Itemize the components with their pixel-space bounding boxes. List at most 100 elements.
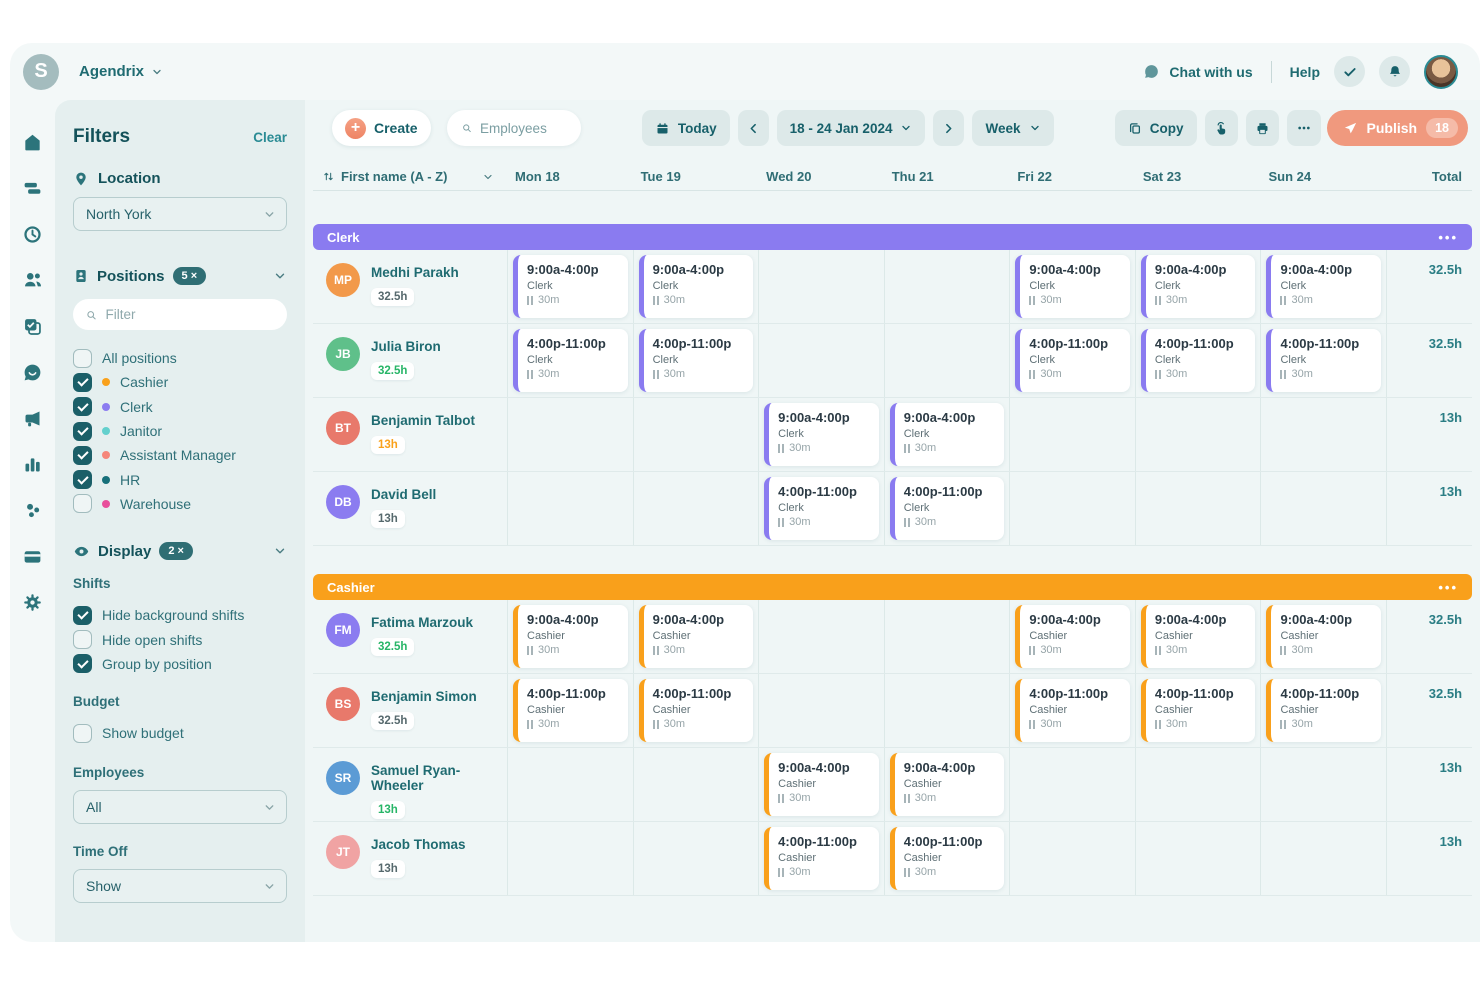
checkbox[interactable] xyxy=(73,446,92,465)
day-header[interactable]: Mon 18 xyxy=(508,169,634,184)
shift-card[interactable]: 4:00p-11:00pCashier30m xyxy=(1015,679,1130,742)
day-cell[interactable] xyxy=(759,600,885,673)
day-cell[interactable] xyxy=(1261,398,1387,471)
day-cell[interactable] xyxy=(1010,472,1136,545)
checkbox[interactable] xyxy=(73,397,92,416)
day-cell[interactable]: 9:00a-4:00pCashier30m xyxy=(1136,600,1262,673)
day-cell[interactable] xyxy=(508,398,634,471)
shift-card[interactable]: 9:00a-4:00pClerk30m xyxy=(513,255,628,318)
day-cell[interactable] xyxy=(1261,822,1387,895)
day-cell[interactable] xyxy=(1136,398,1262,471)
day-cell[interactable] xyxy=(1261,748,1387,821)
day-header[interactable]: Sat 23 xyxy=(1136,169,1262,184)
day-cell[interactable] xyxy=(885,600,1011,673)
position-option[interactable]: Assistant Manager xyxy=(73,443,287,467)
shift-card[interactable]: 4:00p-11:00pClerk30m xyxy=(1266,329,1381,392)
day-cell[interactable] xyxy=(1010,748,1136,821)
day-cell[interactable] xyxy=(885,674,1011,747)
day-cell[interactable]: 4:00p-11:00pCashier30m xyxy=(1136,674,1262,747)
shift-card[interactable]: 4:00p-11:00pCashier30m xyxy=(1266,679,1381,742)
nav-org-icon[interactable] xyxy=(21,498,45,522)
day-header[interactable]: Fri 22 xyxy=(1010,169,1136,184)
positions-filter-input[interactable] xyxy=(105,307,275,322)
shift-card[interactable]: 4:00p-11:00pCashier30m xyxy=(639,679,754,742)
checkbox[interactable] xyxy=(73,373,92,392)
shift-card[interactable]: 9:00a-4:00pClerk30m xyxy=(764,403,879,466)
position-option[interactable]: Cashier xyxy=(73,370,287,394)
employee-search-field[interactable] xyxy=(447,110,581,146)
notifications-button[interactable] xyxy=(1379,56,1410,87)
shift-display-option[interactable]: Group by position xyxy=(73,652,287,676)
timeoff-select[interactable]: Show xyxy=(73,869,287,903)
display-count-badge[interactable]: 2 × xyxy=(159,542,193,560)
employee-cell[interactable]: MPMedhi Parakh32.5h xyxy=(313,250,508,323)
day-cell[interactable]: 9:00a-4:00pCashier30m xyxy=(1010,600,1136,673)
day-cell[interactable] xyxy=(634,398,760,471)
nav-people-icon[interactable] xyxy=(21,268,45,292)
checkbox[interactable] xyxy=(73,630,92,649)
employee-cell[interactable]: FMFatima Marzouk32.5h xyxy=(313,600,508,673)
employee-search-input[interactable] xyxy=(480,121,567,136)
shift-display-option[interactable]: Hide background shifts xyxy=(73,603,287,627)
today-button[interactable]: Today xyxy=(642,110,730,146)
nav-settings-icon[interactable] xyxy=(21,590,45,614)
checkbox[interactable] xyxy=(73,724,92,743)
employee-cell[interactable]: DBDavid Bell13h xyxy=(313,472,508,545)
position-option[interactable]: Clerk xyxy=(73,395,287,419)
day-cell[interactable]: 4:00p-11:00pClerk30m xyxy=(885,472,1011,545)
day-header[interactable]: Tue 19 xyxy=(634,169,760,184)
day-cell[interactable]: 9:00a-4:00pCashier30m xyxy=(634,600,760,673)
position-option[interactable]: Warehouse xyxy=(73,492,287,516)
shift-card[interactable]: 9:00a-4:00pCashier30m xyxy=(764,753,879,816)
day-cell[interactable] xyxy=(634,822,760,895)
shift-card[interactable]: 4:00p-11:00pClerk30m xyxy=(890,477,1005,540)
day-cell[interactable]: 9:00a-4:00pCashier30m xyxy=(885,748,1011,821)
day-cell[interactable]: 4:00p-11:00pClerk30m xyxy=(759,472,885,545)
shift-card[interactable]: 9:00a-4:00pCashier30m xyxy=(1015,605,1130,668)
day-header[interactable]: Wed 20 xyxy=(759,169,885,184)
copy-button[interactable]: Copy xyxy=(1115,110,1197,146)
employee-cell[interactable]: JBJulia Biron32.5h xyxy=(313,324,508,397)
checkbox[interactable] xyxy=(73,606,92,625)
next-week-button[interactable] xyxy=(933,110,964,146)
drag-mode-button[interactable] xyxy=(1205,110,1238,146)
position-option[interactable]: HR xyxy=(73,467,287,491)
more-actions-button[interactable] xyxy=(1287,110,1321,146)
shift-card[interactable]: 9:00a-4:00pCashier30m xyxy=(639,605,754,668)
shift-card[interactable]: 4:00p-11:00pClerk30m xyxy=(1015,329,1130,392)
day-cell[interactable]: 4:00p-11:00pClerk30m xyxy=(1261,324,1387,397)
day-cell[interactable] xyxy=(885,250,1011,323)
view-mode-button[interactable]: Week xyxy=(972,110,1053,146)
nav-tasks-icon[interactable] xyxy=(21,314,45,338)
day-header[interactable]: Thu 21 xyxy=(885,169,1011,184)
day-cell[interactable]: 9:00a-4:00pClerk30m xyxy=(885,398,1011,471)
company-logo[interactable]: S xyxy=(23,54,59,90)
day-cell[interactable]: 4:00p-11:00pCashier30m xyxy=(1261,674,1387,747)
collapse-chevron-icon[interactable] xyxy=(273,544,287,558)
day-cell[interactable]: 4:00p-11:00pClerk30m xyxy=(634,324,760,397)
shift-display-option[interactable]: Hide open shifts xyxy=(73,627,287,651)
day-cell[interactable]: 4:00p-11:00pClerk30m xyxy=(1136,324,1262,397)
day-cell[interactable] xyxy=(634,748,760,821)
clear-filters-button[interactable]: Clear xyxy=(253,130,287,145)
nav-billing-icon[interactable] xyxy=(21,544,45,568)
day-cell[interactable] xyxy=(1136,822,1262,895)
create-button[interactable]: + Create xyxy=(332,110,431,146)
shift-card[interactable]: 9:00a-4:00pCashier30m xyxy=(890,753,1005,816)
section-menu-button[interactable]: ••• xyxy=(1438,580,1458,595)
day-cell[interactable] xyxy=(508,472,634,545)
employee-cell[interactable]: BTBenjamin Talbot13h xyxy=(313,398,508,471)
nav-messages-icon[interactable] xyxy=(21,360,45,384)
budget-display-option[interactable]: Show budget xyxy=(73,721,287,745)
day-cell[interactable]: 9:00a-4:00pClerk30m xyxy=(759,398,885,471)
day-cell[interactable] xyxy=(1010,398,1136,471)
checkbox[interactable] xyxy=(73,494,92,513)
nav-time-clock-icon[interactable] xyxy=(21,222,45,246)
shift-card[interactable]: 9:00a-4:00pClerk30m xyxy=(890,403,1005,466)
positions-count-badge[interactable]: 5 × xyxy=(173,267,207,285)
checkbox[interactable] xyxy=(73,470,92,489)
day-cell[interactable]: 4:00p-11:00pClerk30m xyxy=(508,324,634,397)
shift-card[interactable]: 9:00a-4:00pCashier30m xyxy=(1266,605,1381,668)
day-cell[interactable] xyxy=(1136,472,1262,545)
positions-filter-field[interactable] xyxy=(73,299,287,330)
